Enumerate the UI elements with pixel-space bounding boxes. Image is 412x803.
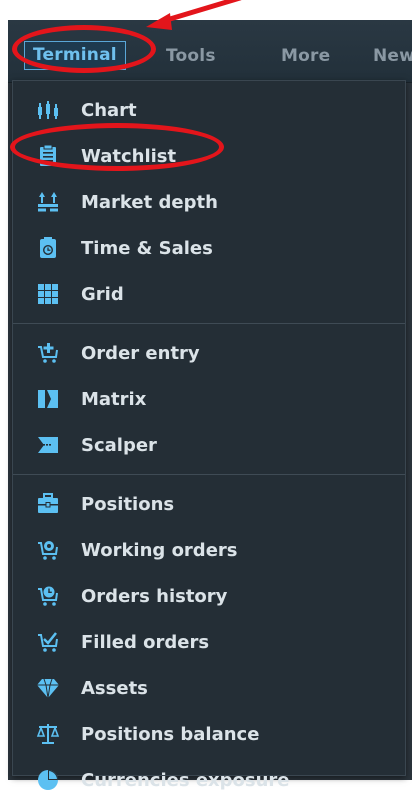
menu-item-label: Chart	[81, 99, 137, 121]
menu-item-matrix[interactable]: Matrix	[13, 376, 405, 422]
menu-item-label: Grid	[81, 283, 124, 305]
menu-item-assets[interactable]: Assets	[13, 665, 405, 711]
assets-icon	[35, 675, 61, 701]
orders-history-icon	[35, 583, 61, 609]
watchlist-icon	[35, 143, 61, 169]
chart-icon	[35, 97, 61, 123]
menu-item-chart[interactable]: Chart	[13, 87, 405, 133]
scalper-icon	[35, 432, 61, 458]
working-orders-icon	[35, 537, 61, 563]
left-margin	[0, 0, 8, 780]
terminal-dropdown-menu: Chart Watchlist Market depth Time & Sale…	[12, 80, 406, 791]
menu-item-label: Time & Sales	[81, 237, 213, 259]
menu-item-scalper[interactable]: Scalper	[13, 422, 405, 468]
menu-item-label: Assets	[81, 677, 148, 699]
menu-item-label: Matrix	[81, 388, 147, 410]
grid-icon	[35, 281, 61, 307]
matrix-icon	[35, 386, 61, 412]
menu-item-label: Order entry	[81, 342, 200, 364]
menu-item-label: Currencies exposure	[81, 769, 290, 791]
positions-balance-icon	[35, 721, 61, 747]
menu-item-filled-orders[interactable]: Filled orders	[13, 619, 405, 665]
menu-section-views: Chart Watchlist Market depth Time & Sale…	[13, 87, 405, 317]
menu-item-order-entry[interactable]: Order entry	[13, 330, 405, 376]
menubar-tools[interactable]: Tools	[166, 46, 216, 66]
positions-icon	[35, 491, 61, 517]
menu-item-label: Orders history	[81, 585, 228, 607]
menubar-new[interactable]: New	[373, 46, 412, 66]
menu-item-label: Scalper	[81, 434, 157, 456]
order-entry-icon	[35, 340, 61, 366]
menu-item-label: Watchlist	[81, 145, 177, 167]
menu-item-grid[interactable]: Grid	[13, 271, 405, 317]
market-depth-icon	[35, 189, 61, 215]
menu-item-currencies-exposure[interactable]: Currencies exposure	[13, 757, 405, 803]
menu-bar: Terminal Tools More New	[8, 20, 412, 83]
filled-orders-icon	[35, 629, 61, 655]
menu-item-label: Market depth	[81, 191, 218, 213]
menu-item-label: Positions	[81, 493, 175, 515]
menu-section-trading: Order entry Matrix Scalper	[13, 330, 405, 468]
top-margin	[0, 0, 412, 20]
menubar-terminal[interactable]: Terminal	[24, 41, 126, 70]
menu-divider	[13, 323, 405, 324]
menu-item-positions-balance[interactable]: Positions balance	[13, 711, 405, 757]
time-sales-icon	[35, 235, 61, 261]
menu-item-watchlist[interactable]: Watchlist	[13, 133, 405, 179]
menubar-more[interactable]: More	[281, 46, 330, 66]
menu-section-portfolio: Positions Working orders Orders history …	[13, 481, 405, 803]
menu-item-orders-history[interactable]: Orders history	[13, 573, 405, 619]
menu-item-positions[interactable]: Positions	[13, 481, 405, 527]
menu-item-label: Filled orders	[81, 631, 210, 653]
currencies-exposure-icon	[35, 767, 61, 793]
menu-item-label: Working orders	[81, 539, 238, 561]
menu-divider	[13, 474, 405, 475]
menu-item-time-sales[interactable]: Time & Sales	[13, 225, 405, 271]
menu-item-working-orders[interactable]: Working orders	[13, 527, 405, 573]
menu-item-market-depth[interactable]: Market depth	[13, 179, 405, 225]
menu-item-label: Positions balance	[81, 723, 260, 745]
